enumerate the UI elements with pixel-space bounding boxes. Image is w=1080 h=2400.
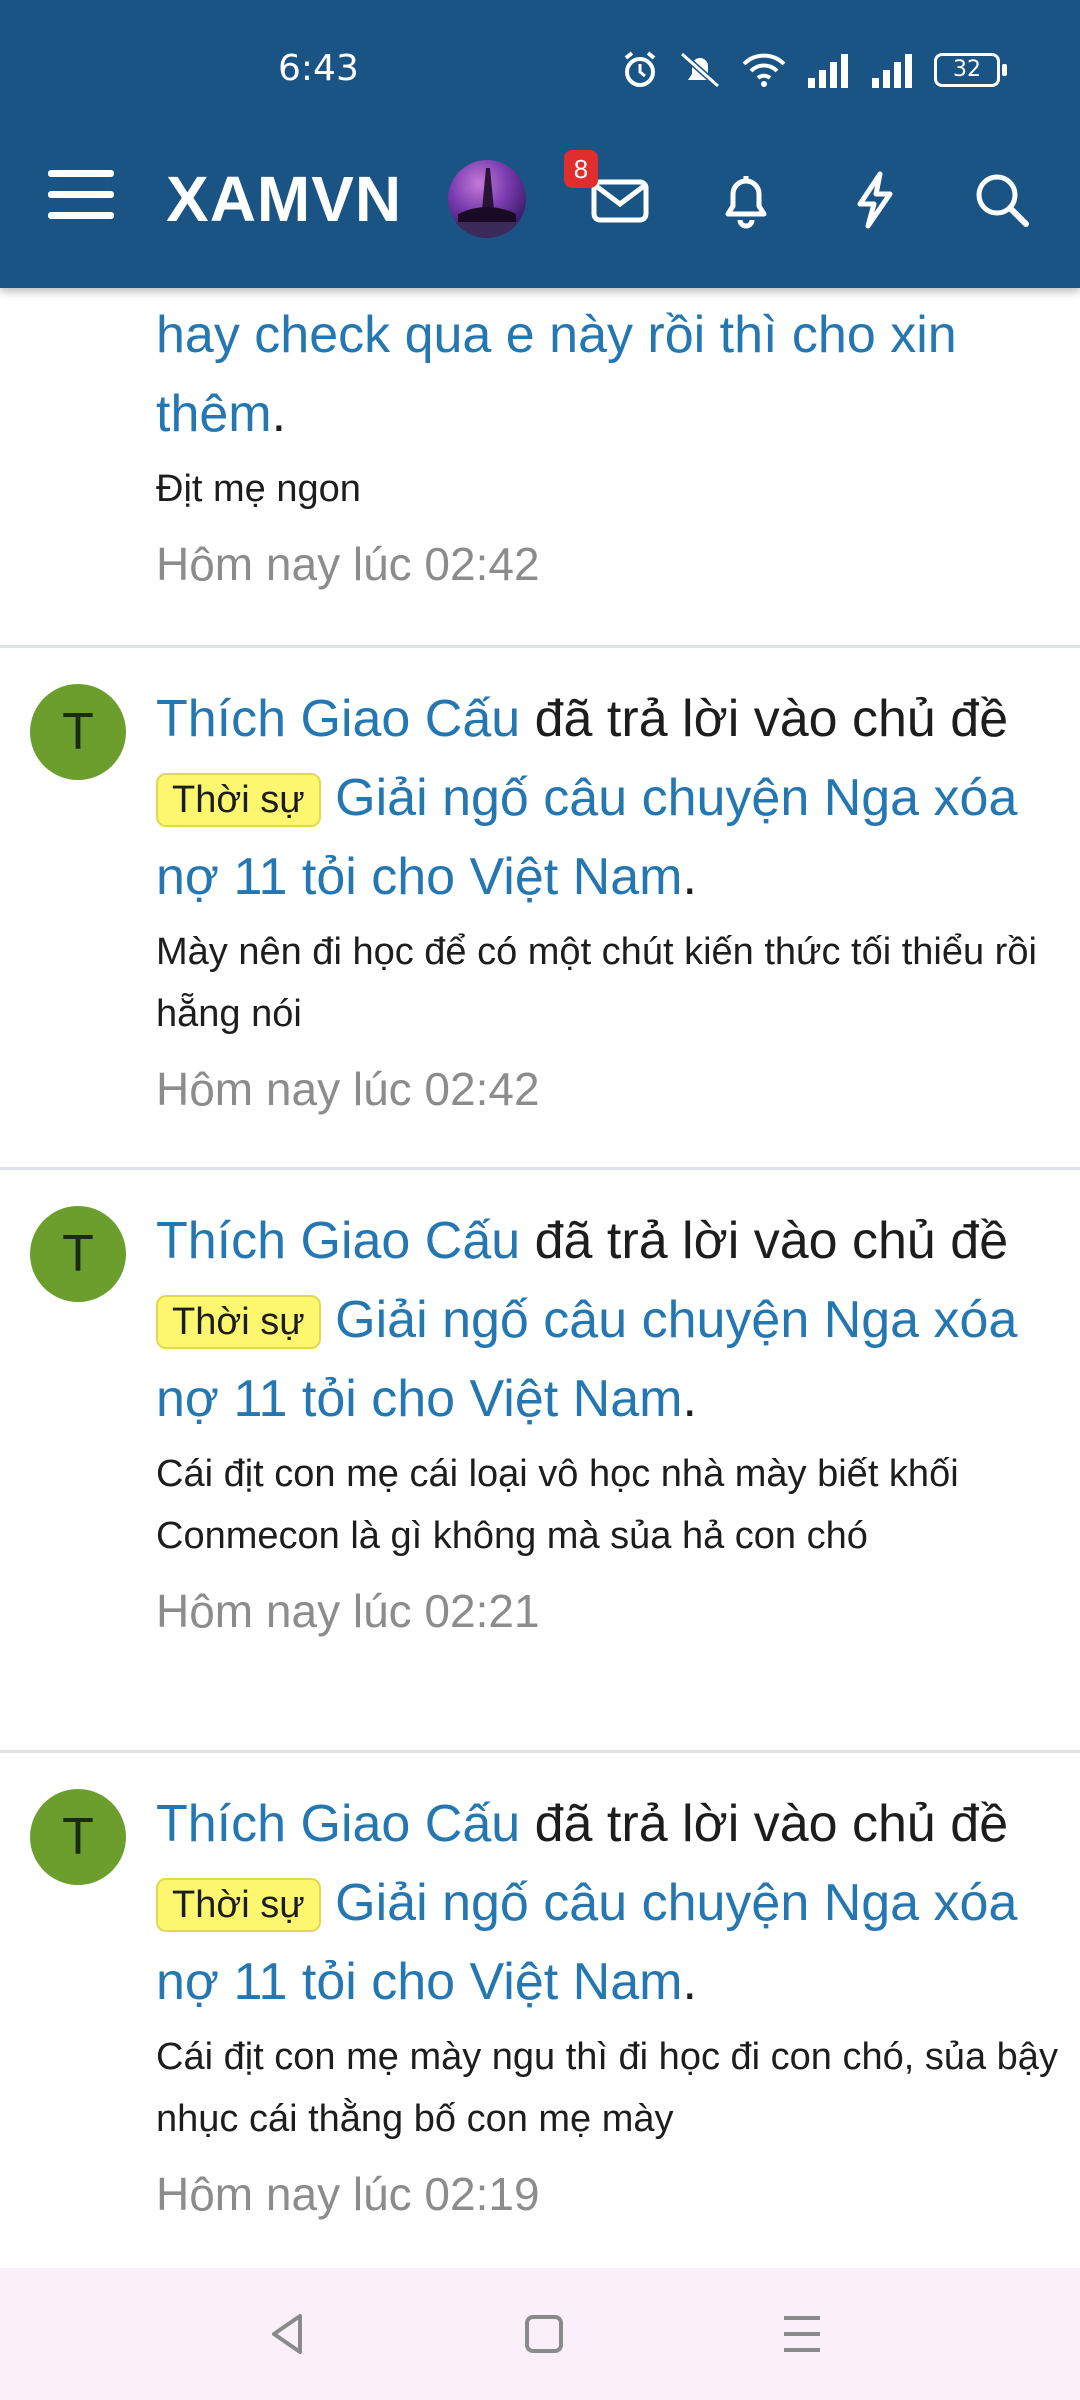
item-headline: Thích Giao Cấu đã trả lời vào chủ đề Thờ… [156,1202,1060,1439]
user-avatar-letter[interactable]: T [30,1789,126,1885]
item-headline: Thích Giao Cấu đã trả lời vào chủ đề Thờ… [156,1785,1060,2022]
user-avatar-letter[interactable]: T [30,684,126,780]
system-navigation-bar [0,2268,1080,2400]
item-time: Hôm nay lúc 02:19 [156,2168,540,2220]
headline-period: . [271,385,287,443]
silent-icon [680,51,720,89]
action-text: đã trả lời vào chủ đề [534,690,1009,748]
item-snippet: Cái địt con mẹ mày ngu thì đi học đi con… [156,2036,1058,2140]
user-avatar-letter[interactable]: T [30,1206,126,1302]
bell-icon[interactable] [714,168,778,232]
item-snippet: Mày nên đi học để có một chút kiến thức … [156,931,1037,1035]
item-time: Hôm nay lúc 02:21 [156,1585,540,1637]
feed-item[interactable]: T Thích Giao Cấu đã trả lời vào chủ đề T… [0,1170,1080,1753]
nav-row: XAMVN 8 [0,150,1080,250]
action-text: đã trả lời vào chủ đề [534,1795,1009,1853]
lightning-icon[interactable] [842,168,906,232]
user-avatar[interactable] [448,160,526,238]
status-time: 6:43 [278,48,359,89]
item-headline: hay check qua e này rồi thì cho xin thêm… [156,296,1060,454]
headline-period: . [682,1953,697,2011]
home-icon[interactable] [518,2308,570,2360]
item-time: Hôm nay lúc 02:42 [156,538,540,590]
alarm-icon [624,51,656,87]
signal-icon [808,54,848,88]
signal-icon-2 [872,54,912,88]
user-link[interactable]: Thích Giao Cấu [156,690,520,748]
user-link[interactable]: Thích Giao Cấu [156,1212,520,1270]
item-headline: Thích Giao Cấu đã trả lời vào chủ đề Thờ… [156,680,1060,917]
wifi-icon [742,53,786,87]
status-icons: 32 [620,48,1007,92]
item-time: Hôm nay lúc 02:42 [156,1063,540,1115]
message-count-badge: 8 [564,150,598,188]
avatar-image [448,168,526,238]
hamburger-menu-icon[interactable] [48,170,114,230]
thread-prefix-tag[interactable]: Thời sự [156,1878,321,1932]
headline-period: . [682,1370,697,1428]
app-header: 6:43 32 XAMVN 8 [0,0,1080,288]
search-icon[interactable] [970,168,1034,232]
user-link[interactable]: Thích Giao Cấu [156,1795,520,1853]
headline-period: . [682,848,697,906]
feed-item[interactable]: hay check qua e này rồi thì cho xin thêm… [0,288,1080,648]
alerts-feed: hay check qua e này rồi thì cho xin thêm… [0,288,1080,2275]
thread-prefix-tag[interactable]: Thời sự [156,1295,321,1349]
site-logo[interactable]: XAMVN [166,162,402,236]
battery-icon: 32 [934,53,1007,87]
back-icon[interactable] [262,2308,314,2360]
feed-item[interactable]: T Thích Giao Cấu đã trả lời vào chủ đề T… [0,1753,1080,2275]
item-snippet: Cái địt con mẹ cái loại vô học nhà mày b… [156,1453,959,1557]
thread-prefix-tag[interactable]: Thời sự [156,773,321,827]
feed-item[interactable]: T Thích Giao Cấu đã trả lời vào chủ đề T… [0,648,1080,1170]
action-text: đã trả lời vào chủ đề [534,1212,1009,1270]
recent-apps-icon[interactable] [776,2308,828,2360]
item-snippet: Địt mẹ ngon [156,468,361,510]
